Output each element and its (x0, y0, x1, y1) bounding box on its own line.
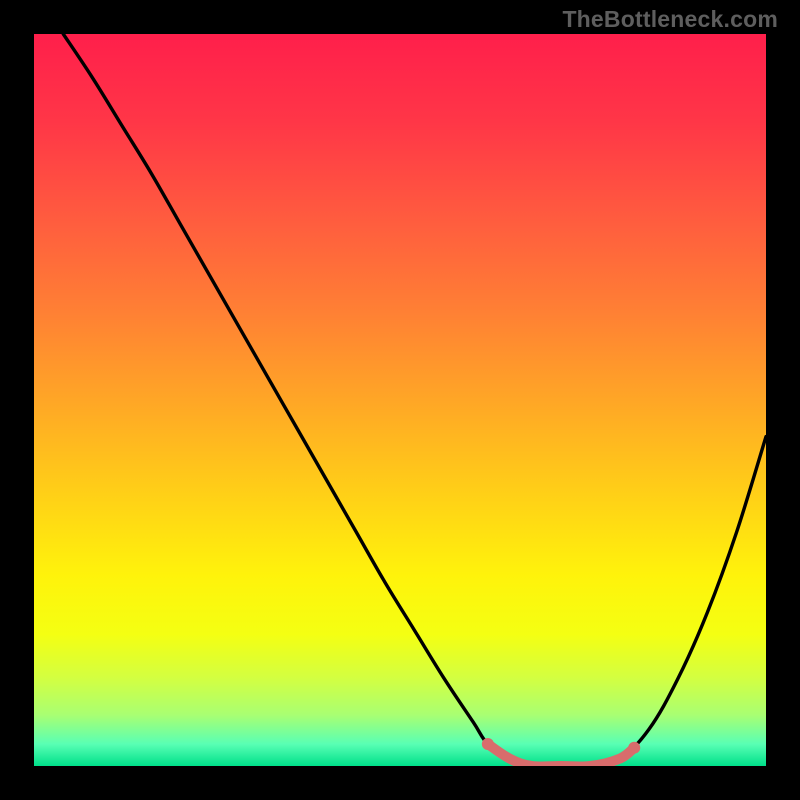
chart-container: TheBottleneck.com (0, 0, 800, 800)
watermark-text: TheBottleneck.com (562, 6, 778, 33)
optimal-range-start-dot (482, 738, 494, 750)
bottleneck-chart (34, 34, 766, 766)
gradient-background (34, 34, 766, 766)
optimal-range-end-dot (628, 742, 640, 754)
